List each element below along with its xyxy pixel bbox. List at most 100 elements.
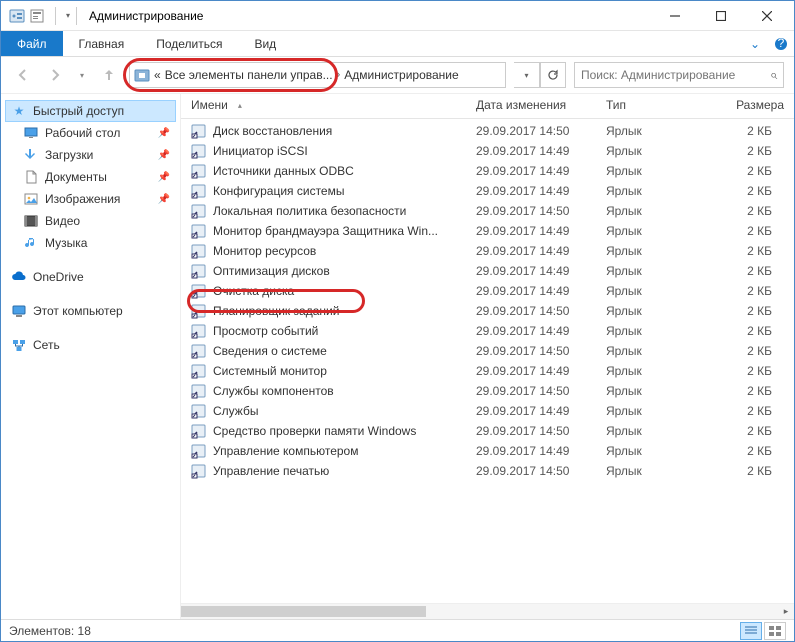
file-date: 29.09.2017 14:49 — [476, 264, 606, 278]
search-icon[interactable]: ⌕ — [770, 67, 777, 83]
file-type: Ярлык — [606, 304, 706, 318]
file-row[interactable]: Средство проверки памяти Windows29.09.20… — [181, 421, 794, 441]
file-name: Планировщик заданий — [213, 304, 339, 318]
column-size[interactable]: Размера — [706, 98, 784, 112]
pin-icon: 📌 — [158, 194, 170, 205]
sidebar-item[interactable]: Документы📌 — [5, 166, 176, 188]
search-input[interactable] — [581, 68, 764, 82]
column-date[interactable]: Дата изменения — [476, 98, 606, 112]
sort-asc-icon: ▴ — [238, 101, 242, 110]
back-button[interactable] — [11, 63, 35, 87]
scroll-thumb[interactable] — [181, 606, 426, 617]
file-row[interactable]: Конфигурация системы29.09.2017 14:49Ярлы… — [181, 181, 794, 201]
file-row[interactable]: Инициатор iSCSI29.09.2017 14:49Ярлык2 КБ — [181, 141, 794, 161]
folder-icon — [134, 67, 150, 83]
file-size: 2 КБ — [706, 464, 784, 478]
file-row[interactable]: Сведения о системе29.09.2017 14:50Ярлык2… — [181, 341, 794, 361]
sidebar-item[interactable]: Загрузки📌 — [5, 144, 176, 166]
shortcut-icon — [191, 263, 207, 279]
file-row[interactable]: Системный монитор29.09.2017 14:49Ярлык2 … — [181, 361, 794, 381]
tab-file[interactable]: Файл — [1, 31, 63, 56]
file-date: 29.09.2017 14:50 — [476, 464, 606, 478]
breadcrumb-prefix[interactable]: « — [154, 68, 161, 82]
file-size: 2 КБ — [706, 444, 784, 458]
file-date: 29.09.2017 14:50 — [476, 384, 606, 398]
sidebar-item[interactable]: Изображения📌 — [5, 188, 176, 210]
address-bar[interactable]: « Все элементы панели управ...› Админист… — [129, 62, 506, 88]
file-date: 29.09.2017 14:50 — [476, 304, 606, 318]
help-icon[interactable]: ? — [768, 31, 794, 56]
forward-button[interactable] — [43, 63, 67, 87]
shortcut-icon — [191, 143, 207, 159]
file-row[interactable]: Диск восстановления29.09.2017 14:50Ярлык… — [181, 121, 794, 141]
sidebar-quick-access[interactable]: ★ Быстрый доступ — [5, 100, 176, 122]
file-row[interactable]: Оптимизация дисков29.09.2017 14:49Ярлык2… — [181, 261, 794, 281]
file-row[interactable]: Монитор ресурсов29.09.2017 14:49Ярлык2 К… — [181, 241, 794, 261]
shortcut-icon — [191, 323, 207, 339]
file-name: Оптимизация дисков — [213, 264, 330, 278]
view-details-button[interactable] — [740, 622, 762, 640]
file-date: 29.09.2017 14:49 — [476, 184, 606, 198]
tab-home[interactable]: Главная — [63, 31, 141, 56]
sidebar-item[interactable]: Видео — [5, 210, 176, 232]
close-button[interactable] — [744, 1, 790, 31]
file-row[interactable]: Источники данных ODBC29.09.2017 14:49Ярл… — [181, 161, 794, 181]
qat-dropdown-icon[interactable]: ▾ — [66, 11, 70, 20]
h-scrollbar[interactable]: ◂ ▸ — [181, 603, 794, 619]
sidebar-this-pc[interactable]: Этот компьютер — [5, 300, 176, 322]
tab-share[interactable]: Поделиться — [140, 31, 238, 56]
file-row[interactable]: Планировщик заданий 29.09.2017 14:50Ярлык… — [181, 301, 794, 321]
address-dropdown[interactable]: ▾ — [514, 62, 540, 88]
sidebar-onedrive[interactable]: OneDrive — [5, 266, 176, 288]
up-button[interactable] — [97, 63, 121, 87]
file-row[interactable]: Просмотр событий29.09.2017 14:49Ярлык2 К… — [181, 321, 794, 341]
column-name[interactable]: Имени▴ — [191, 98, 476, 112]
file-name: Просмотр событий — [213, 324, 318, 338]
downloads-icon — [23, 147, 39, 163]
file-size: 2 КБ — [706, 244, 784, 258]
recent-locations-button[interactable]: ▾ — [75, 63, 89, 87]
video-icon — [23, 213, 39, 229]
file-type: Ярлык — [606, 284, 706, 298]
minimize-button[interactable] — [652, 1, 698, 31]
properties-icon[interactable] — [29, 8, 45, 24]
ribbon: Файл Главная Поделиться Вид ⌄ ? — [1, 31, 794, 57]
title-bar: ▾ Администрирование — [1, 1, 794, 31]
desktop-icon — [23, 125, 39, 141]
status-bar: Элементов: 18 — [1, 619, 794, 641]
file-date: 29.09.2017 14:50 — [476, 344, 606, 358]
nav-pane: ★ Быстрый доступ Рабочий стол📌Загрузки📌Д… — [1, 94, 181, 619]
sidebar-item[interactable]: Музыка — [5, 232, 176, 254]
file-name: Инициатор iSCSI — [213, 144, 308, 158]
refresh-button[interactable] — [540, 62, 566, 88]
file-type: Ярлык — [606, 124, 706, 138]
file-row[interactable]: Службы29.09.2017 14:49Ярлык2 КБ — [181, 401, 794, 421]
network-icon — [11, 337, 27, 353]
file-type: Ярлык — [606, 164, 706, 178]
file-row[interactable]: Управление печатью29.09.2017 14:50Ярлык2… — [181, 461, 794, 481]
file-row[interactable]: Очистка диска29.09.2017 14:49Ярлык2 КБ — [181, 281, 794, 301]
file-row[interactable]: Службы компонентов29.09.2017 14:50Ярлык2… — [181, 381, 794, 401]
star-icon: ★ — [11, 103, 27, 119]
music-icon — [23, 235, 39, 251]
sidebar-item[interactable]: Рабочий стол📌 — [5, 122, 176, 144]
column-type[interactable]: Тип — [606, 98, 706, 112]
file-type: Ярлык — [606, 224, 706, 238]
file-row[interactable]: Управление компьютером29.09.2017 14:49Яр… — [181, 441, 794, 461]
content-pane: Имени▴ Дата изменения Тип Размера Диск в… — [181, 94, 794, 619]
pin-icon: 📌 — [158, 150, 170, 161]
breadcrumb-current[interactable]: Администрирование — [344, 68, 458, 82]
sidebar-network[interactable]: Сеть — [5, 334, 176, 356]
file-size: 2 КБ — [706, 404, 784, 418]
tab-view[interactable]: Вид — [238, 31, 292, 56]
breadcrumb-parent[interactable]: Все элементы панели управ...› — [165, 68, 341, 82]
view-large-button[interactable] — [764, 622, 786, 640]
file-size: 2 КБ — [706, 224, 784, 238]
maximize-button[interactable] — [698, 1, 744, 31]
scroll-right-icon[interactable]: ▸ — [778, 604, 794, 619]
file-list[interactable]: Диск восстановления29.09.2017 14:50Ярлык… — [181, 119, 794, 603]
search-box[interactable]: ⌕ — [574, 62, 784, 88]
file-row[interactable]: Локальная политика безопасности29.09.201… — [181, 201, 794, 221]
file-row[interactable]: Монитор брандмауэра Защитника Win...29.0… — [181, 221, 794, 241]
ribbon-expand-icon[interactable]: ⌄ — [742, 31, 768, 56]
